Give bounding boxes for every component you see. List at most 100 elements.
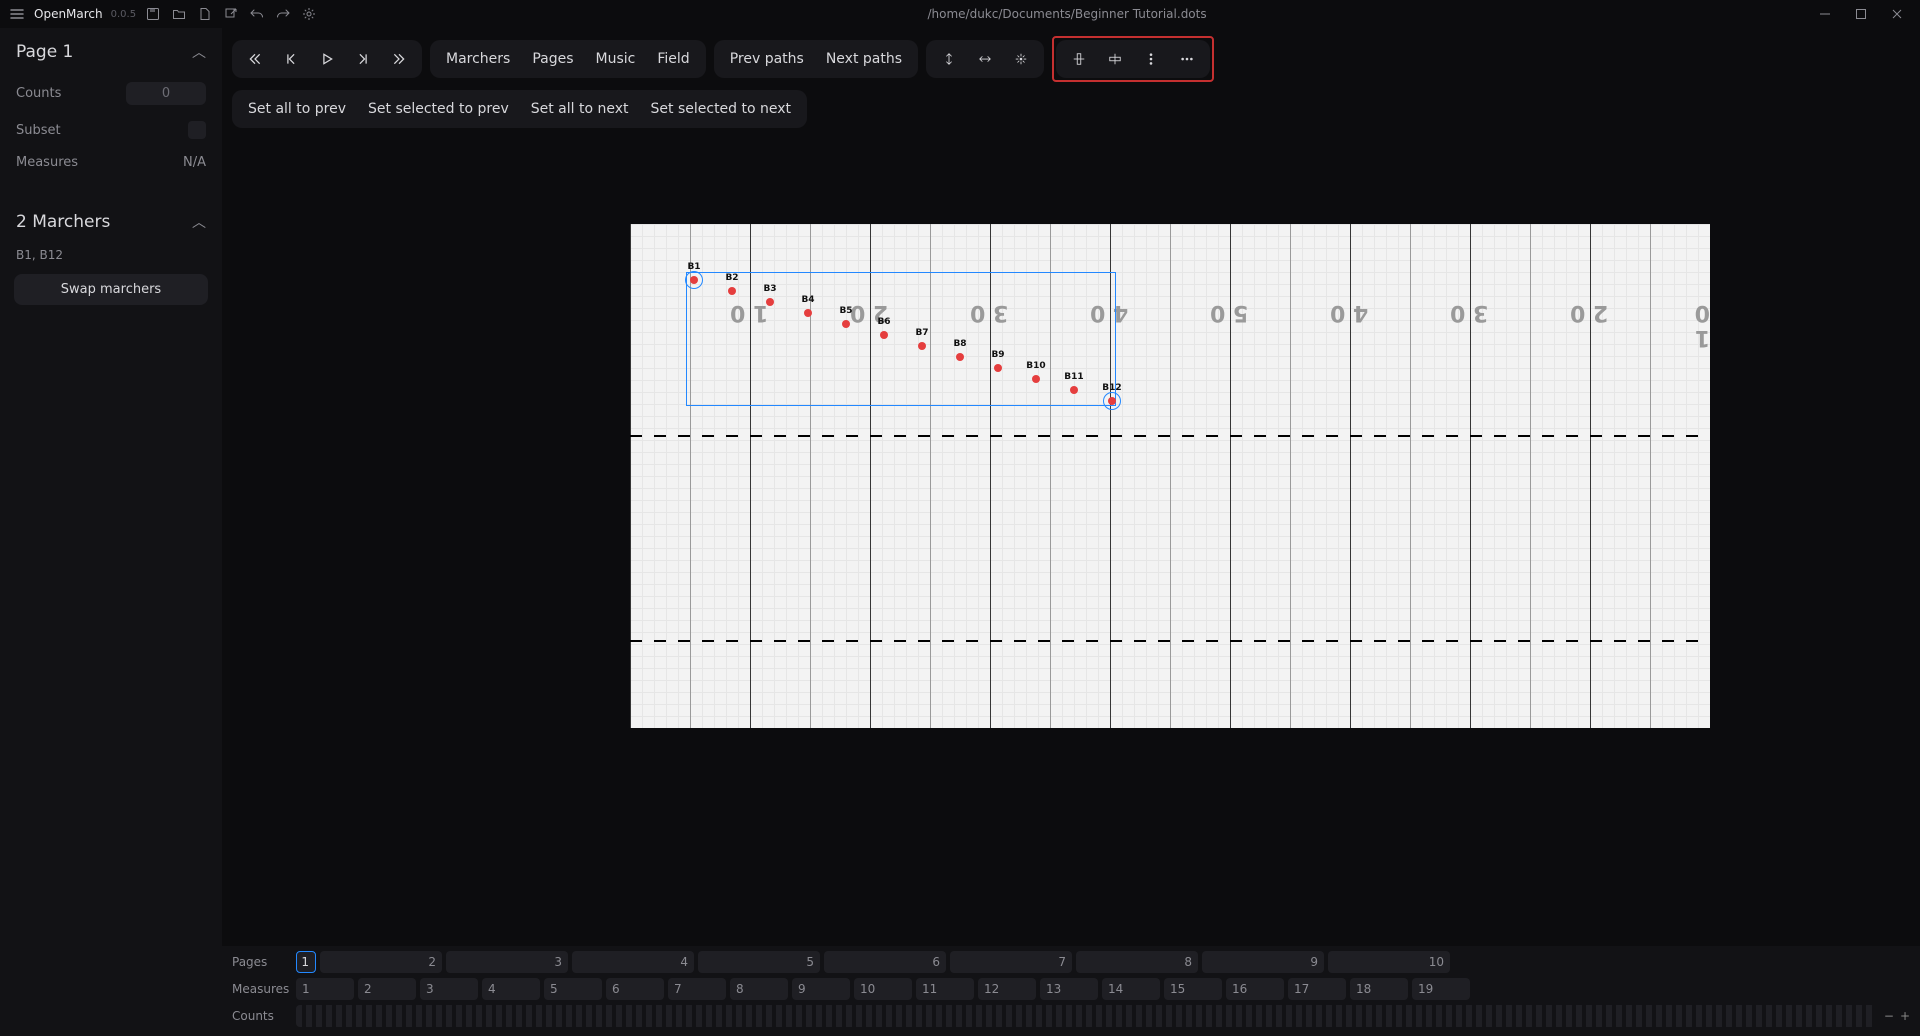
field[interactable]: 1 02 03 04 05 04 03 02 01 0 B1B2B3B4B5B6… [630,224,1710,728]
measure-chip-17[interactable]: 17 [1288,978,1346,1000]
measure-chip-3[interactable]: 3 [420,978,478,1000]
measure-chip-6[interactable]: 6 [606,978,664,1000]
close-icon[interactable] [1888,5,1906,23]
marcher-B11[interactable] [1070,386,1078,394]
page-chip-3[interactable]: 3 [446,951,568,973]
title-bar: OpenMarch 0.0.5 /home/dukc/Documents/Beg… [0,0,1920,28]
marcher-B8[interactable] [956,353,964,361]
page-chip-5[interactable]: 5 [698,951,820,973]
page-chip-8[interactable]: 8 [1076,951,1198,973]
selection-box [686,272,1116,406]
tab-pages[interactable]: Pages [522,45,583,73]
measure-chip-7[interactable]: 7 [668,978,726,1000]
marcher-label: B9 [991,350,1004,360]
marcher-B4[interactable] [804,309,812,317]
page-chip-10[interactable]: 10 [1328,951,1450,973]
measure-chip-15[interactable]: 15 [1164,978,1222,1000]
tab-music[interactable]: Music [586,45,646,73]
measure-chip-9[interactable]: 9 [792,978,850,1000]
selected-marchers: B1, B12 [10,248,212,262]
measure-chip-8[interactable]: 8 [730,978,788,1000]
new-file-icon[interactable] [196,5,214,23]
maximize-icon[interactable] [1852,5,1870,23]
page-chip-9[interactable]: 9 [1202,951,1324,973]
hamburger-icon[interactable] [8,5,26,23]
open-icon[interactable] [170,5,188,23]
marchers-section-header[interactable]: 2 Marchers ︿ [10,204,212,240]
next-paths-button[interactable]: Next paths [816,45,912,73]
next-page-button[interactable] [346,44,380,74]
tab-field[interactable]: Field [647,45,699,73]
marcher-B1[interactable] [690,276,698,284]
timeline: Pages 12345678910 Measures 1234567891011… [222,946,1920,1036]
measures-label: Measures [16,155,78,170]
undo-icon[interactable] [248,5,266,23]
prev-paths-button[interactable]: Prev paths [720,45,814,73]
marcher-B6[interactable] [880,331,888,339]
toolbar-area: Marchers Pages Music Field Prev paths Ne… [222,28,1920,136]
redo-icon[interactable] [274,5,292,23]
marcher-B3[interactable] [766,298,774,306]
export-icon[interactable] [222,5,240,23]
marcher-B2[interactable] [728,287,736,295]
play-button[interactable] [310,44,344,74]
snap-vertical-button[interactable] [932,44,966,74]
canvas[interactable]: 1 02 03 04 05 04 03 02 01 0 B1B2B3B4B5B6… [222,136,1920,946]
measure-chip-11[interactable]: 11 [916,978,974,1000]
measure-chip-19[interactable]: 19 [1412,978,1470,1000]
measure-chip-10[interactable]: 10 [854,978,912,1000]
file-path: /home/dukc/Documents/Beginner Tutorial.d… [318,7,1816,21]
yard-label: 1 0 [1690,300,1710,350]
marcher-B9[interactable] [994,364,1002,372]
marcher-B10[interactable] [1032,375,1040,383]
measures-track[interactable]: 12345678910111213141516171819 [296,978,1910,1000]
counts-track[interactable] [296,1005,1876,1027]
marcher-label: B8 [953,339,966,349]
measure-chip-4[interactable]: 4 [482,978,540,1000]
measure-chip-13[interactable]: 13 [1040,978,1098,1000]
set-selected-prev-button[interactable]: Set selected to prev [358,95,519,123]
measure-chip-12[interactable]: 12 [978,978,1036,1000]
paths-group: Prev paths Next paths [714,40,918,78]
minimize-icon[interactable] [1816,5,1834,23]
measure-chip-14[interactable]: 14 [1102,978,1160,1000]
snap-to-grid-button[interactable] [1004,44,1038,74]
set-all-next-button[interactable]: Set all to next [521,95,639,123]
first-page-button[interactable] [238,44,272,74]
tab-marchers[interactable]: Marchers [436,45,520,73]
marcher-B5[interactable] [842,320,850,328]
settings-icon[interactable] [300,5,318,23]
page-chip-6[interactable]: 6 [824,951,946,973]
last-page-button[interactable] [382,44,416,74]
subset-checkbox[interactable] [188,121,206,139]
timeline-plus-icon[interactable]: + [1900,1009,1910,1023]
set-all-prev-button[interactable]: Set all to prev [238,95,356,123]
measure-chip-18[interactable]: 18 [1350,978,1408,1000]
marcher-B12[interactable] [1108,397,1116,405]
page-chip-7[interactable]: 7 [950,951,1072,973]
page-chip-1[interactable]: 1 [296,951,316,973]
align-vertical-center-button[interactable] [1062,44,1096,74]
measure-chip-2[interactable]: 2 [358,978,416,1000]
back-hash [630,640,1710,642]
measure-chip-5[interactable]: 5 [544,978,602,1000]
app-name: OpenMarch [34,7,103,21]
prev-page-button[interactable] [274,44,308,74]
counts-input[interactable]: 0 [126,82,206,105]
align-horizontal-center-button[interactable] [1098,44,1132,74]
page-section-header[interactable]: Page 1 ︿ [10,34,212,70]
timeline-minus-icon[interactable]: − [1884,1009,1894,1023]
measure-chip-16[interactable]: 16 [1226,978,1284,1000]
save-icon[interactable] [144,5,162,23]
measure-chip-1[interactable]: 1 [296,978,354,1000]
page-chip-4[interactable]: 4 [572,951,694,973]
pages-track[interactable]: 12345678910 [296,951,1910,973]
set-selected-next-button[interactable]: Set selected to next [641,95,802,123]
snap-horizontal-button[interactable] [968,44,1002,74]
distribute-vertical-button[interactable] [1134,44,1168,74]
marcher-label: B11 [1064,372,1083,382]
page-chip-2[interactable]: 2 [320,951,442,973]
marcher-B7[interactable] [918,342,926,350]
swap-marchers-button[interactable]: Swap marchers [14,274,208,305]
distribute-horizontal-button[interactable] [1170,44,1204,74]
